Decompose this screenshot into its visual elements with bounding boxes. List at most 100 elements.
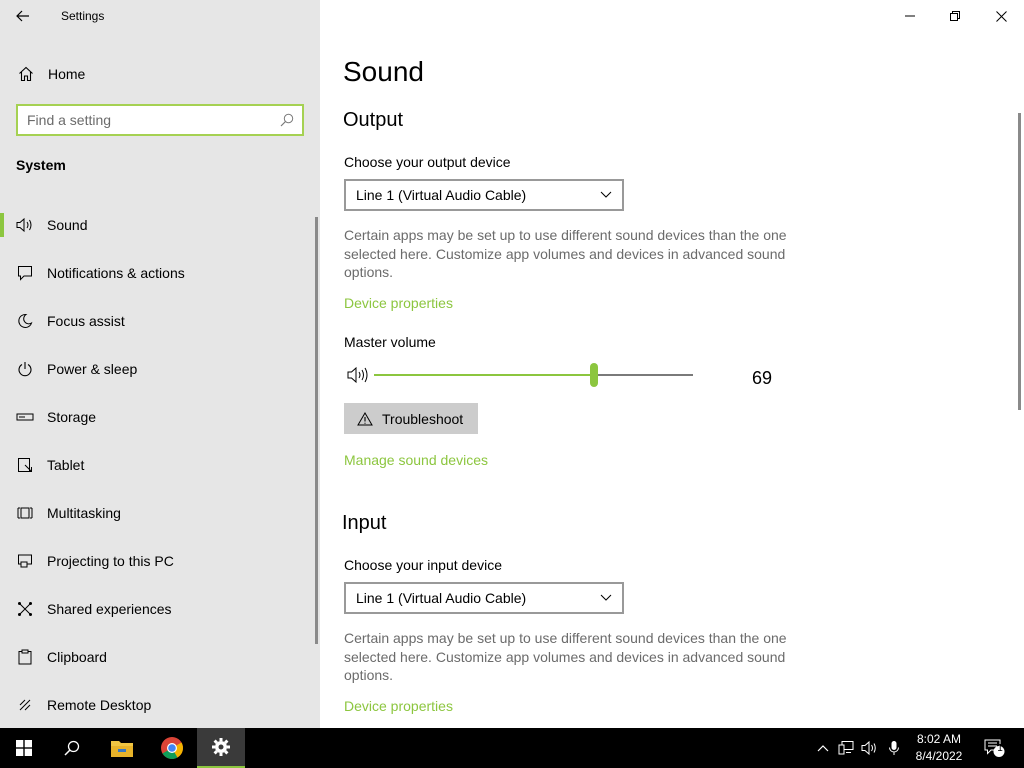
clipboard-icon <box>16 649 34 665</box>
chevron-down-icon <box>600 594 612 601</box>
microphone-icon <box>889 741 899 755</box>
sidebar-item-clipboard[interactable]: Clipboard <box>0 633 316 681</box>
windows-logo-icon <box>16 740 32 756</box>
speaker-icon <box>861 740 876 756</box>
sidebar-item-label: Remote Desktop <box>47 697 152 713</box>
sidebar-nav: Sound Notifications & actions Focus assi… <box>0 201 316 729</box>
sidebar-item-label: Multitasking <box>47 505 121 521</box>
search-input[interactable] <box>18 106 272 134</box>
gear-icon <box>212 738 230 756</box>
section-title: System <box>16 157 66 173</box>
volume-slider-fill <box>374 374 595 376</box>
output-device-label: Choose your output device <box>344 154 511 170</box>
clock-date: 8/4/2022 <box>915 749 963 763</box>
volume-slider[interactable] <box>374 363 693 387</box>
storage-icon <box>16 411 34 423</box>
tablet-icon <box>16 457 34 473</box>
sidebar-item-notifications[interactable]: Notifications & actions <box>0 249 316 297</box>
search-icon <box>272 113 302 127</box>
start-button[interactable] <box>0 728 48 768</box>
settings-taskbar-button[interactable] <box>197 728 245 768</box>
close-button[interactable] <box>978 0 1024 32</box>
multitasking-icon <box>16 505 34 521</box>
input-description: Certain apps may be set up to use differ… <box>344 630 787 683</box>
manage-sound-devices-link[interactable]: Manage sound devices <box>344 452 488 468</box>
volume-slider-thumb[interactable] <box>590 363 599 387</box>
output-device-dropdown[interactable]: Line 1 (Virtual Audio Cable) <box>344 179 624 211</box>
sidebar-item-power-sleep[interactable]: Power & sleep <box>0 345 316 393</box>
power-icon <box>16 361 34 377</box>
search-taskbar-button[interactable] <box>48 728 96 768</box>
restore-button[interactable] <box>932 0 978 32</box>
minimize-button[interactable] <box>887 0 933 32</box>
sidebar-item-label: Storage <box>47 409 97 425</box>
output-description: Certain apps may be set up to use differ… <box>344 227 787 280</box>
troubleshoot-label: Troubleshoot <box>382 410 464 427</box>
chevron-down-icon <box>600 191 612 198</box>
home-label: Home <box>48 66 86 82</box>
sidebar-scrollbar[interactable] <box>315 217 318 644</box>
sidebar-item-label: Power & sleep <box>47 361 138 377</box>
sidebar-item-sound[interactable]: Sound <box>0 201 316 249</box>
action-center-button[interactable]: 1 <box>982 728 1008 768</box>
sidebar-item-shared-experiences[interactable]: Shared experiences <box>0 585 316 633</box>
sidebar-item-label: Sound <box>47 217 88 233</box>
close-icon <box>995 10 1007 22</box>
main-scrollbar[interactable] <box>1018 113 1021 410</box>
master-volume-label: Master volume <box>344 334 436 350</box>
taskbar: 8:02 AM 8/4/2022 1 <box>0 728 1024 768</box>
search-icon <box>64 740 80 756</box>
moon-icon <box>16 313 34 329</box>
network-icon <box>838 741 854 755</box>
file-explorer-button[interactable] <box>98 728 146 768</box>
shared-experiences-icon <box>16 601 34 617</box>
main-content: Sound Output Choose your output device L… <box>320 0 1024 728</box>
input-device-label: Choose your input device <box>344 557 502 573</box>
sidebar: Settings Home System Sound Notifications… <box>0 0 320 728</box>
sidebar-item-label: Focus assist <box>47 313 125 329</box>
notification-count-badge: 1 <box>997 743 1003 754</box>
sidebar-item-label: Projecting to this PC <box>47 553 174 569</box>
sidebar-item-storage[interactable]: Storage <box>0 393 316 441</box>
sidebar-item-label: Tablet <box>47 457 85 473</box>
chevron-up-icon <box>817 745 829 752</box>
title-bar: Settings <box>0 0 320 32</box>
network-tray-button[interactable] <box>834 728 858 768</box>
volume-value: 69 <box>752 368 773 388</box>
search-box[interactable] <box>16 104 304 136</box>
back-arrow-icon <box>16 10 29 22</box>
sidebar-item-projecting[interactable]: Projecting to this PC <box>0 537 316 585</box>
chrome-icon <box>161 737 183 759</box>
volume-icon[interactable] <box>347 366 369 389</box>
sidebar-item-focus-assist[interactable]: Focus assist <box>0 297 316 345</box>
input-device-dropdown[interactable]: Line 1 (Virtual Audio Cable) <box>344 582 624 614</box>
sidebar-item-label: Shared experiences <box>47 601 172 617</box>
troubleshoot-button[interactable]: Troubleshoot <box>344 403 478 434</box>
chrome-button[interactable] <box>148 728 196 768</box>
page-title: Sound <box>343 56 424 87</box>
remote-desktop-icon <box>16 697 34 713</box>
folder-icon <box>111 741 133 757</box>
output-device-value: Line 1 (Virtual Audio Cable) <box>356 187 527 203</box>
output-device-properties-link[interactable]: Device properties <box>344 295 453 311</box>
sidebar-item-tablet[interactable]: Tablet <box>0 441 316 489</box>
clock-time: 8:02 AM <box>916 732 962 746</box>
home-nav-item[interactable]: Home <box>0 56 320 92</box>
warning-icon <box>357 411 373 426</box>
minimize-icon <box>905 15 915 17</box>
sidebar-item-multitasking[interactable]: Multitasking <box>0 489 316 537</box>
master-volume-row <box>344 362 784 390</box>
input-heading: Input <box>342 512 387 534</box>
show-hidden-icons-button[interactable] <box>811 728 835 768</box>
back-button[interactable] <box>0 0 46 32</box>
sidebar-item-remote-desktop[interactable]: Remote Desktop <box>0 681 316 729</box>
taskbar-clock[interactable]: 8:02 AM 8/4/2022 <box>906 731 972 765</box>
microphone-tray-button[interactable] <box>882 728 906 768</box>
volume-tray-button[interactable] <box>858 728 882 768</box>
input-device-properties-link[interactable]: Device properties <box>344 698 453 714</box>
projecting-icon <box>16 553 34 569</box>
restore-icon <box>950 11 960 21</box>
input-device-value: Line 1 (Virtual Audio Cable) <box>356 590 527 606</box>
home-icon <box>16 66 36 82</box>
notifications-icon <box>16 265 34 281</box>
